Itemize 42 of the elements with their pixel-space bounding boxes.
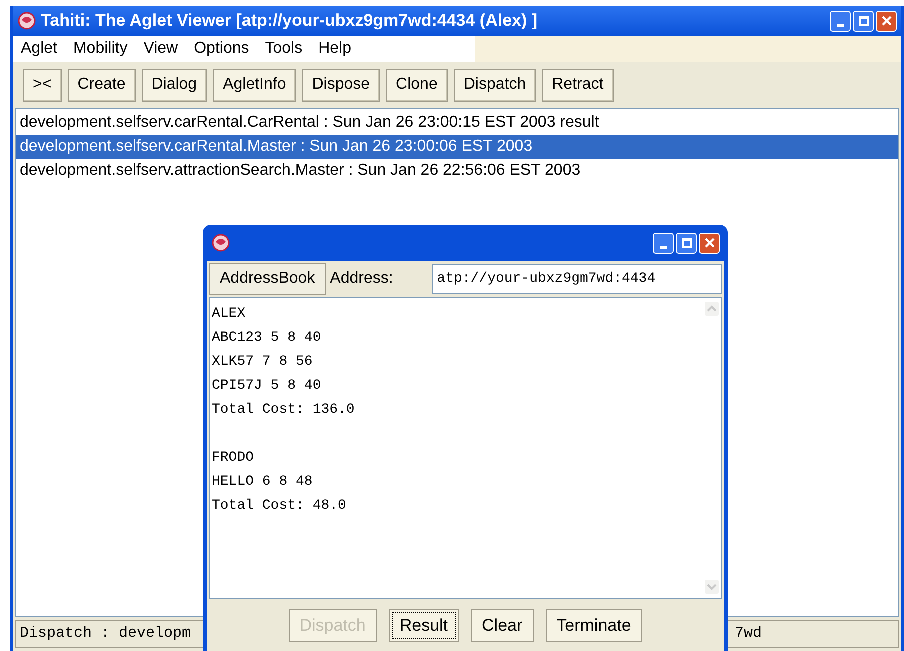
toolbar-button[interactable]: Retract [542,68,614,102]
result-line: HELLO 6 8 48 [212,473,313,492]
close-button[interactable] [699,232,720,254]
list-item[interactable]: development.selfserv.carRental.Master : Sun Jan 26 23:00:06 EST 2003 [16,135,898,159]
toolbar-button[interactable]: Dispatch [454,68,536,102]
toolbar-button[interactable]: Create [68,68,136,102]
status-text: 7wd [734,624,762,644]
menu-item[interactable]: Aglet [13,37,66,61]
menu-item[interactable]: Mobility [65,37,136,61]
address-book-button[interactable]: AddressBook [209,263,326,295]
app-icon [211,233,231,253]
menu-item[interactable]: Help [310,37,360,61]
app-icon [17,11,37,31]
close-button[interactable] [876,10,897,32]
menu-item[interactable]: View [136,37,186,61]
toolbar-button[interactable]: Dispose [302,68,380,102]
toolbar-button[interactable]: >< [23,68,62,102]
address-label: Address: [330,269,394,289]
toolbar-button[interactable]: AgletInfo [213,68,296,102]
action-button[interactable]: Clear [471,609,534,642]
result-line: Total Cost: 136.0 [212,401,355,420]
menu-item[interactable]: Tools [257,37,311,61]
result-line: Total Cost: 48.0 [212,497,346,516]
close-icon [882,16,892,26]
result-line: ABC123 5 8 40 [212,329,322,348]
menu-item[interactable]: Options [186,37,258,61]
action-button[interactable]: Result [388,609,460,642]
minimize-button[interactable] [830,10,851,32]
maximize-button[interactable] [853,10,874,32]
window-title: Tahiti: The Aglet Viewer [atp://your-ubxz9gm7wd:4434 (Alex) ] [41,10,538,32]
result-line: XLK57 7 8 56 [212,353,313,372]
toolbar-button[interactable]: Dialog [142,68,208,102]
result-line: CPI57J 5 8 40 [212,377,322,396]
result-line: FRODO [212,449,254,468]
address-field[interactable]: atp://your-ubxz9gm7wd:4434 [432,264,722,294]
action-button[interactable]: Terminate [546,609,642,642]
status-text: Dispatch : developm [20,624,192,644]
result-line: ALEX [212,305,246,324]
minimize-button[interactable] [653,232,674,254]
toolbar-button[interactable]: Clone [386,68,448,102]
maximize-button[interactable] [676,232,697,254]
close-icon [704,238,714,248]
